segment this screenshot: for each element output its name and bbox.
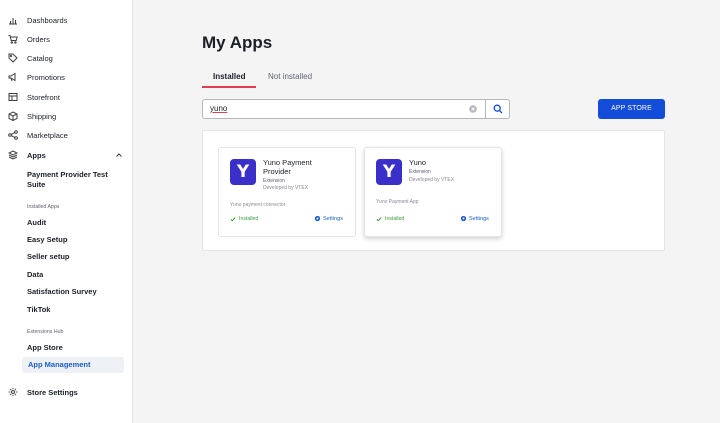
sidebar-item-easy-setup[interactable]: Easy Setup — [27, 235, 67, 245]
settings-label: Settings — [469, 215, 489, 222]
sidebar-item-store-settings[interactable]: Store Settings — [0, 384, 133, 400]
sidebar-item-payment-provider-test-suite[interactable]: Payment Provider Test Suite — [27, 170, 122, 190]
sidebar-item-promotions[interactable]: Promotions — [0, 69, 133, 85]
sidebar-item-label: Dashboards — [27, 15, 68, 25]
active-tab-indicator — [202, 86, 256, 88]
app-kind: Extension — [263, 178, 285, 184]
chevron-up-icon[interactable] — [115, 151, 123, 159]
installed-label: Installed — [385, 216, 405, 222]
sidebar-item-apps[interactable]: Apps — [0, 147, 133, 163]
sidebar-item-dashboards[interactable]: Dashboards — [0, 12, 133, 28]
sidebar-item-catalog[interactable]: Catalog — [0, 50, 133, 66]
check-icon — [376, 217, 382, 222]
app-card-yuno[interactable]: Y Yuno Extension Developed by VTEX Yuno … — [364, 147, 502, 237]
sidebar-item-audit[interactable]: Audit — [27, 218, 46, 228]
check-icon — [230, 217, 236, 222]
installed-label: Installed — [239, 216, 259, 222]
cart-icon — [7, 34, 18, 45]
app-developer: Developed by VTEX — [263, 185, 309, 191]
sidebar-item-label: Catalog — [27, 53, 53, 63]
app-card-yuno-payment-provider[interactable]: Y Yuno Payment Provider Extension Develo… — [218, 147, 356, 237]
box-icon — [7, 111, 18, 122]
sidebar-item-satisfaction-survey[interactable]: Satisfaction Survey — [27, 287, 97, 297]
installed-status: Installed — [376, 216, 404, 222]
sidebar-item-data[interactable]: Data — [27, 270, 43, 280]
app-kind: Extension — [409, 169, 431, 175]
sidebar-item-label: Apps — [27, 150, 46, 160]
sidebar-item-label: Promotions — [27, 72, 65, 82]
tag-icon — [7, 53, 18, 64]
search-value: yuno — [210, 104, 228, 113]
sidebar-item-app-store[interactable]: App Store — [27, 343, 63, 353]
search-icon — [493, 104, 502, 114]
sidebar-item-label: Orders — [27, 34, 50, 44]
app-name: Yuno — [409, 158, 427, 167]
app-store-button[interactable]: APP STORE — [598, 99, 665, 119]
sidebar-item-label: Marketplace — [27, 130, 68, 140]
app-description: Yuno payment connector — [230, 202, 286, 208]
apps-panel: Y Yuno Payment Provider Extension Develo… — [202, 130, 665, 251]
sidebar-item-label: Storefront — [27, 92, 60, 102]
sidebar-item-app-management[interactable]: App Management — [22, 357, 124, 373]
sidebar-item-tiktok[interactable]: TikTok — [27, 305, 50, 315]
search-input[interactable]: yuno — [202, 99, 486, 119]
sidebar-item-shipping[interactable]: Shipping — [0, 108, 133, 124]
network-icon — [7, 130, 18, 141]
sidebar-item-orders[interactable]: Orders — [0, 31, 133, 47]
installed-status: Installed — [230, 216, 258, 222]
app-description: Yuno Payment App — [376, 199, 419, 205]
tab-installed[interactable]: Installed — [213, 70, 245, 86]
gear-icon — [314, 215, 321, 222]
clear-icon[interactable] — [469, 105, 477, 113]
sidebar-item-storefront[interactable]: Storefront — [0, 89, 133, 105]
tab-not-installed[interactable]: Not installed — [268, 70, 312, 86]
gear-icon — [460, 215, 467, 222]
sidebar-item-seller-setup[interactable]: Seller setup — [27, 252, 70, 262]
megaphone-icon — [7, 72, 18, 83]
sidebar-item-label: Shipping — [27, 111, 57, 121]
chart-icon — [7, 15, 18, 26]
app-logo: Y — [230, 159, 256, 185]
settings-link[interactable]: Settings — [460, 215, 489, 222]
layers-icon — [7, 150, 18, 161]
extensions-hub-header: Extensions Hub — [27, 329, 64, 335]
app-developer: Developed by VTEX — [409, 177, 455, 183]
installed-apps-header: Installed Apps — [27, 204, 60, 210]
sidebar: Dashboards Orders Catalog Promotions Sto… — [0, 0, 133, 423]
page-title: My Apps — [202, 33, 273, 52]
gear-icon — [7, 387, 18, 398]
search-button[interactable] — [486, 99, 510, 119]
app-logo: Y — [376, 159, 402, 185]
settings-label: Settings — [323, 215, 343, 222]
settings-link[interactable]: Settings — [314, 215, 343, 222]
sidebar-item-marketplace[interactable]: Marketplace — [0, 127, 133, 143]
app-name: Yuno Payment Provider — [263, 158, 312, 176]
sidebar-item-label: Store Settings — [27, 387, 78, 397]
layout-icon — [7, 92, 18, 103]
